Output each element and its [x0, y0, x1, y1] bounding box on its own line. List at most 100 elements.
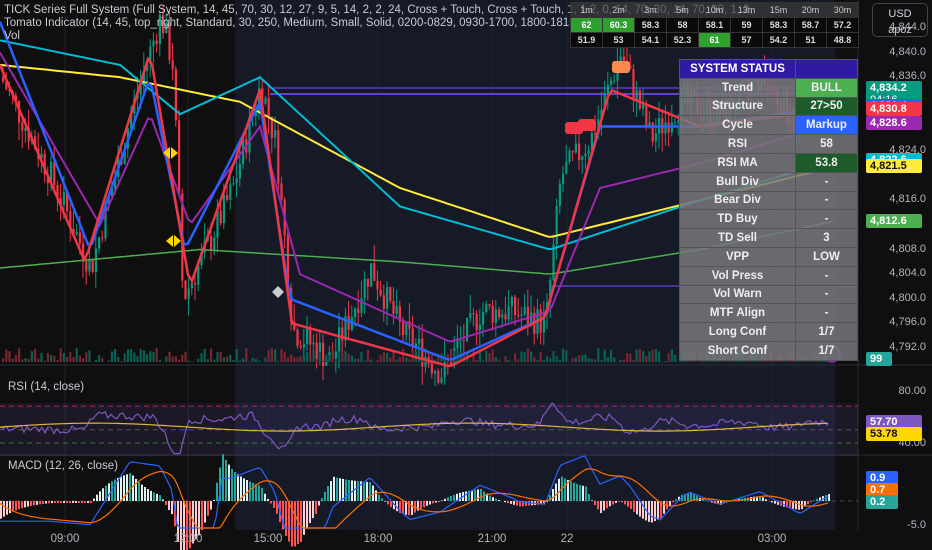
candle-body: [155, 40, 158, 44]
macd-histogram-bar: [60, 501, 62, 504]
candle-body: [485, 303, 488, 312]
macd-histogram-bar: [387, 501, 389, 505]
indicator-legend-vol[interactable]: Vol: [4, 30, 20, 42]
volume-bar: [370, 359, 373, 362]
mtf-header: 3m: [634, 2, 667, 18]
mtf-rsi-cell: 59: [730, 17, 763, 33]
mtf-ma-cell: 51: [794, 32, 827, 48]
candle-body: [574, 143, 577, 153]
candle-body: [190, 282, 193, 289]
macd-histogram-bar: [255, 484, 257, 501]
volume-bar: [642, 350, 645, 362]
candle-body: [594, 132, 597, 135]
candle-body: [632, 68, 635, 100]
macd-histogram-bar: [87, 501, 89, 503]
status-label: RSI: [679, 134, 796, 154]
volume-bar: [651, 349, 654, 362]
macd-histogram-bar: [807, 501, 809, 505]
macd-histogram-bar: [573, 482, 575, 501]
candle-body: [98, 237, 101, 249]
macd-histogram-bar: [816, 498, 818, 501]
status-row: Bull Div -: [679, 171, 858, 192]
macd-histogram-bar: [597, 501, 599, 510]
price-axis-label: 4,800.0: [889, 291, 926, 304]
volume-bar: [94, 359, 97, 362]
volume-bar: [283, 352, 286, 362]
candle-body: [184, 280, 187, 299]
macd-pane-title[interactable]: MACD (12, 26, close): [8, 460, 118, 472]
volume-bar: [421, 360, 424, 362]
volume-bar: [238, 360, 241, 362]
macd-histogram-bar: [288, 501, 290, 542]
candle-body: [571, 150, 574, 153]
volume-bar: [277, 361, 280, 362]
volume-bar: [379, 355, 382, 362]
price-axis-label: 4,840.0: [889, 45, 926, 58]
candle-body: [581, 156, 584, 161]
volume-bar: [226, 356, 229, 362]
candle-body: [510, 296, 513, 307]
status-value: 27>50: [795, 96, 858, 117]
rsi-axis-80: 80.00: [898, 385, 926, 397]
volume-bar: [386, 352, 389, 362]
volume-bar: [542, 360, 545, 362]
status-value: -: [795, 284, 858, 305]
macd-histogram-bar: [237, 474, 239, 501]
macd-histogram-bar: [243, 478, 245, 501]
macd-histogram-bar: [75, 501, 77, 503]
macd-histogram-bar: [153, 492, 155, 501]
volume-bar: [725, 361, 728, 362]
macd-histogram-bar: [264, 493, 266, 501]
status-label: Cycle: [679, 115, 796, 136]
time-axis-label: 12:00: [173, 533, 203, 545]
mtf-ma-cell: 57: [730, 32, 763, 48]
volume-bar: [200, 353, 203, 362]
macd-histogram-bar: [318, 501, 320, 506]
volume-bar: [66, 356, 69, 362]
candle-body: [322, 342, 325, 367]
volume-bar: [658, 351, 661, 362]
macd-histogram-bar: [618, 501, 620, 502]
candle-body: [504, 314, 507, 320]
macd-histogram-bar: [771, 501, 773, 503]
volume-bar: [56, 360, 59, 362]
time-axis-label: 18:00: [363, 533, 393, 545]
volume-bar: [629, 353, 632, 362]
macd-histogram-bar: [231, 468, 233, 501]
candle-body: [562, 173, 565, 184]
candle-body: [187, 288, 190, 299]
macd-histogram-bar: [207, 501, 209, 516]
candle-body: [213, 237, 216, 250]
candle-body: [302, 344, 305, 348]
candle-body: [277, 130, 280, 184]
price-axis-label: 4,816.0: [889, 193, 926, 206]
volume-bar: [603, 349, 606, 362]
status-row: Trend BULL: [679, 77, 858, 98]
macd-histogram-bar: [591, 500, 593, 501]
volume-bar: [482, 360, 485, 362]
volume-bar: [174, 356, 177, 362]
candle-body: [21, 122, 24, 131]
macd-histogram-bar: [300, 501, 302, 542]
volume-bar: [254, 358, 257, 362]
macd-histogram-bar: [582, 485, 584, 501]
macd-histogram-bar: [429, 501, 431, 505]
volume-bar: [184, 351, 187, 362]
volume-bar: [27, 358, 30, 362]
volume-bar: [622, 359, 625, 362]
rsi-pane-title[interactable]: RSI (14, close): [8, 381, 84, 393]
mtf-ma-cell: 52.3: [666, 32, 699, 48]
macd-histogram-bar: [438, 501, 440, 502]
volume-bar: [296, 357, 299, 362]
mtf-rsi-cell: 58.7: [794, 17, 827, 33]
macd-histogram-bar: [315, 501, 317, 514]
indicator-legend-tomato[interactable]: Tomato Indicator (14, 45, top_right, Sta…: [4, 17, 579, 29]
macd-histogram-bar: [432, 501, 434, 504]
macd-histogram-bar: [156, 493, 158, 501]
volume-bar: [107, 360, 110, 362]
mtf-ma-cell: 54.2: [762, 32, 795, 48]
macd-histogram-bar: [423, 501, 425, 508]
candle-body: [219, 210, 222, 224]
volume-bar: [82, 358, 85, 362]
candle-body: [85, 261, 88, 272]
